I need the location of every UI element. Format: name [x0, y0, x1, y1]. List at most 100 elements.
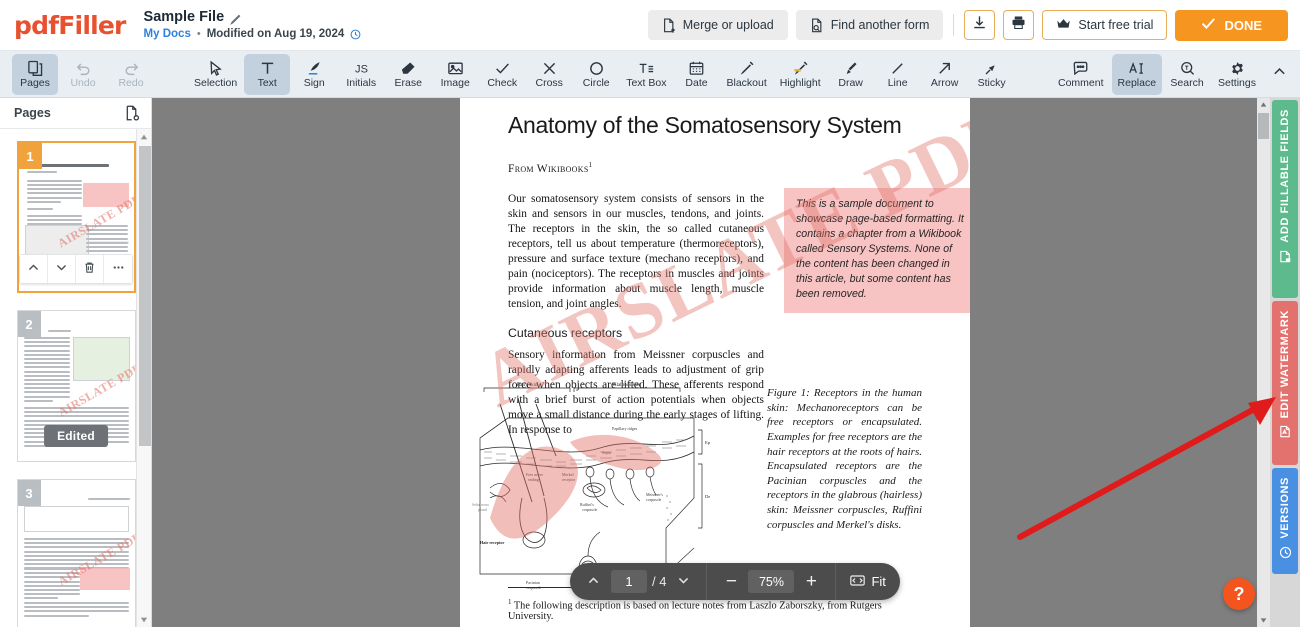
tool-line[interactable]: Line: [875, 54, 921, 95]
check-icon: [1201, 17, 1216, 33]
search-icon: [1179, 59, 1196, 77]
textbox-icon: [638, 59, 655, 77]
zoom-in-button[interactable]: +: [797, 568, 825, 596]
tool-arrow[interactable]: Arrow: [922, 54, 968, 95]
pages-panel-title: Pages: [14, 106, 51, 120]
rail-tab-versions[interactable]: VERSIONS: [1272, 468, 1298, 574]
start-free-trial-button[interactable]: Start free trial: [1042, 10, 1168, 40]
chevron-up-icon: [27, 261, 40, 277]
rail-tab-add-fillable-fields[interactable]: ADD FILLABLE FIELDS: [1272, 100, 1298, 298]
tool-replace[interactable]: Replace: [1111, 53, 1163, 95]
tool-initials-label: Initials: [346, 77, 377, 90]
page-dropdown-button[interactable]: [670, 569, 696, 595]
brush-icon: [842, 59, 859, 77]
scroll-down-icon[interactable]: [137, 612, 151, 627]
tool-check[interactable]: Check: [479, 54, 525, 95]
move-page-up-button[interactable]: [20, 255, 48, 283]
fit-page-button[interactable]: Fit: [836, 574, 899, 590]
comment-icon: [1072, 59, 1089, 77]
download-icon: [972, 15, 987, 35]
list-item[interactable]: 1 AIRSLATE PDF: [0, 141, 151, 293]
page-thumbnail-3[interactable]: 3 AIRSLATE PDF: [16, 479, 136, 627]
help-button[interactable]: ?: [1223, 578, 1255, 610]
chevron-up-icon: [587, 574, 600, 590]
tool-settings[interactable]: Settings: [1212, 54, 1262, 95]
trash-icon: [83, 261, 96, 277]
page-navigation-toolbar[interactable]: 1 / 4 − 75% + Fit: [570, 563, 900, 600]
gear-icon: [1229, 59, 1246, 77]
tool-highlight[interactable]: Highlight: [774, 54, 827, 95]
download-button[interactable]: [964, 10, 996, 40]
tool-erase[interactable]: Erase: [385, 54, 431, 95]
document-scrollbar[interactable]: [1257, 98, 1270, 627]
document-meta: Sample File My Docs • Modified on Aug 19…: [144, 9, 362, 41]
scroll-down-icon[interactable]: [1257, 614, 1270, 627]
scrollbar-thumb[interactable]: [1258, 113, 1269, 139]
tool-image[interactable]: Image: [432, 54, 478, 95]
tool-undo[interactable]: Undo: [60, 54, 106, 95]
scrollbar-thumb[interactable]: [139, 146, 151, 446]
rail-tab-edit-watermark[interactable]: EDIT WATERMARK: [1272, 301, 1298, 465]
svg-text:gland: gland: [478, 507, 487, 512]
eraser-icon: [400, 59, 417, 77]
pdffiller-logo[interactable]: pdfFiller: [14, 13, 126, 38]
sample-note-callout[interactable]: This is a sample document to showcase pa…: [784, 188, 970, 314]
move-page-down-button[interactable]: [48, 255, 76, 283]
svg-text:Epidermis: Epidermis: [705, 440, 710, 445]
list-item[interactable]: 2 AIRSLATE PDF Edited: [0, 310, 151, 462]
current-page-input[interactable]: 1: [611, 570, 647, 593]
circle-icon: [588, 59, 605, 77]
done-button[interactable]: DONE: [1175, 9, 1288, 41]
tool-blackout[interactable]: Blackout: [720, 54, 772, 95]
page-more-options-button[interactable]: [104, 255, 132, 283]
page-settings-icon[interactable]: [125, 105, 140, 121]
tool-text-box[interactable]: Text Box: [620, 54, 672, 95]
toolbar-collapse-button[interactable]: [1264, 64, 1294, 84]
delete-page-button[interactable]: [76, 255, 104, 283]
tool-text[interactable]: Text: [244, 53, 291, 95]
tool-redo[interactable]: Redo: [108, 54, 154, 95]
previous-page-button[interactable]: [580, 569, 606, 595]
tool-pages[interactable]: Pages: [12, 53, 58, 95]
scrollbar-track[interactable]: [138, 144, 151, 612]
page-thumbnails-list[interactable]: 1 AIRSLATE PDF 2 AIRSLATE PDF Edited 3 A…: [0, 129, 151, 627]
text-icon: [259, 59, 276, 77]
scroll-up-icon[interactable]: [137, 129, 151, 144]
page-actions-toolbar[interactable]: [19, 254, 133, 284]
document-page-1[interactable]: Anatomy of the Somatosensory System From…: [460, 98, 970, 627]
tool-sticky[interactable]: Sticky: [969, 54, 1015, 95]
tool-cross[interactable]: Cross: [526, 54, 572, 95]
page-selector-group: 1 / 4: [570, 563, 706, 600]
tool-initials[interactable]: JS Initials: [338, 54, 384, 95]
tool-selection[interactable]: Selection: [188, 54, 243, 95]
list-item[interactable]: 3 AIRSLATE PDF: [0, 479, 151, 627]
document-source: From Wikibooks1: [508, 161, 930, 175]
zoom-level-value[interactable]: 75%: [748, 570, 795, 593]
calendar-icon: [688, 59, 705, 77]
scroll-up-icon[interactable]: [1257, 98, 1270, 111]
tool-date[interactable]: Date: [673, 54, 719, 95]
tool-draw[interactable]: Draw: [828, 54, 874, 95]
undo-icon: [75, 59, 92, 77]
line-icon: [889, 59, 906, 77]
print-button[interactable]: [1003, 10, 1035, 40]
zoom-out-button[interactable]: −: [717, 568, 745, 596]
tool-sign[interactable]: Sign: [291, 54, 337, 95]
page-thumbnail-2[interactable]: 2 AIRSLATE PDF Edited: [16, 310, 136, 462]
rename-pencil-icon[interactable]: [230, 12, 241, 25]
arrow-icon: [936, 59, 953, 77]
page-number-badge: 3: [17, 480, 41, 506]
history-clock-icon[interactable]: [350, 29, 361, 40]
tool-circle[interactable]: Circle: [573, 54, 619, 95]
tool-search[interactable]: Search: [1164, 54, 1210, 95]
tool-comment[interactable]: Comment: [1052, 54, 1110, 95]
document-title[interactable]: Sample File: [144, 9, 225, 26]
breadcrumb-my-docs[interactable]: My Docs: [144, 28, 191, 41]
find-another-form-button[interactable]: Find another form: [795, 10, 944, 40]
tool-blackout-label: Blackout: [726, 77, 767, 90]
merge-or-upload-button[interactable]: Merge or upload: [647, 10, 788, 40]
document-viewport[interactable]: Anatomy of the Somatosensory System From…: [152, 98, 1270, 627]
sign-icon: [306, 59, 323, 77]
pages-panel-scrollbar[interactable]: [136, 129, 151, 627]
page-thumbnail-1[interactable]: 1 AIRSLATE PDF: [16, 141, 136, 293]
